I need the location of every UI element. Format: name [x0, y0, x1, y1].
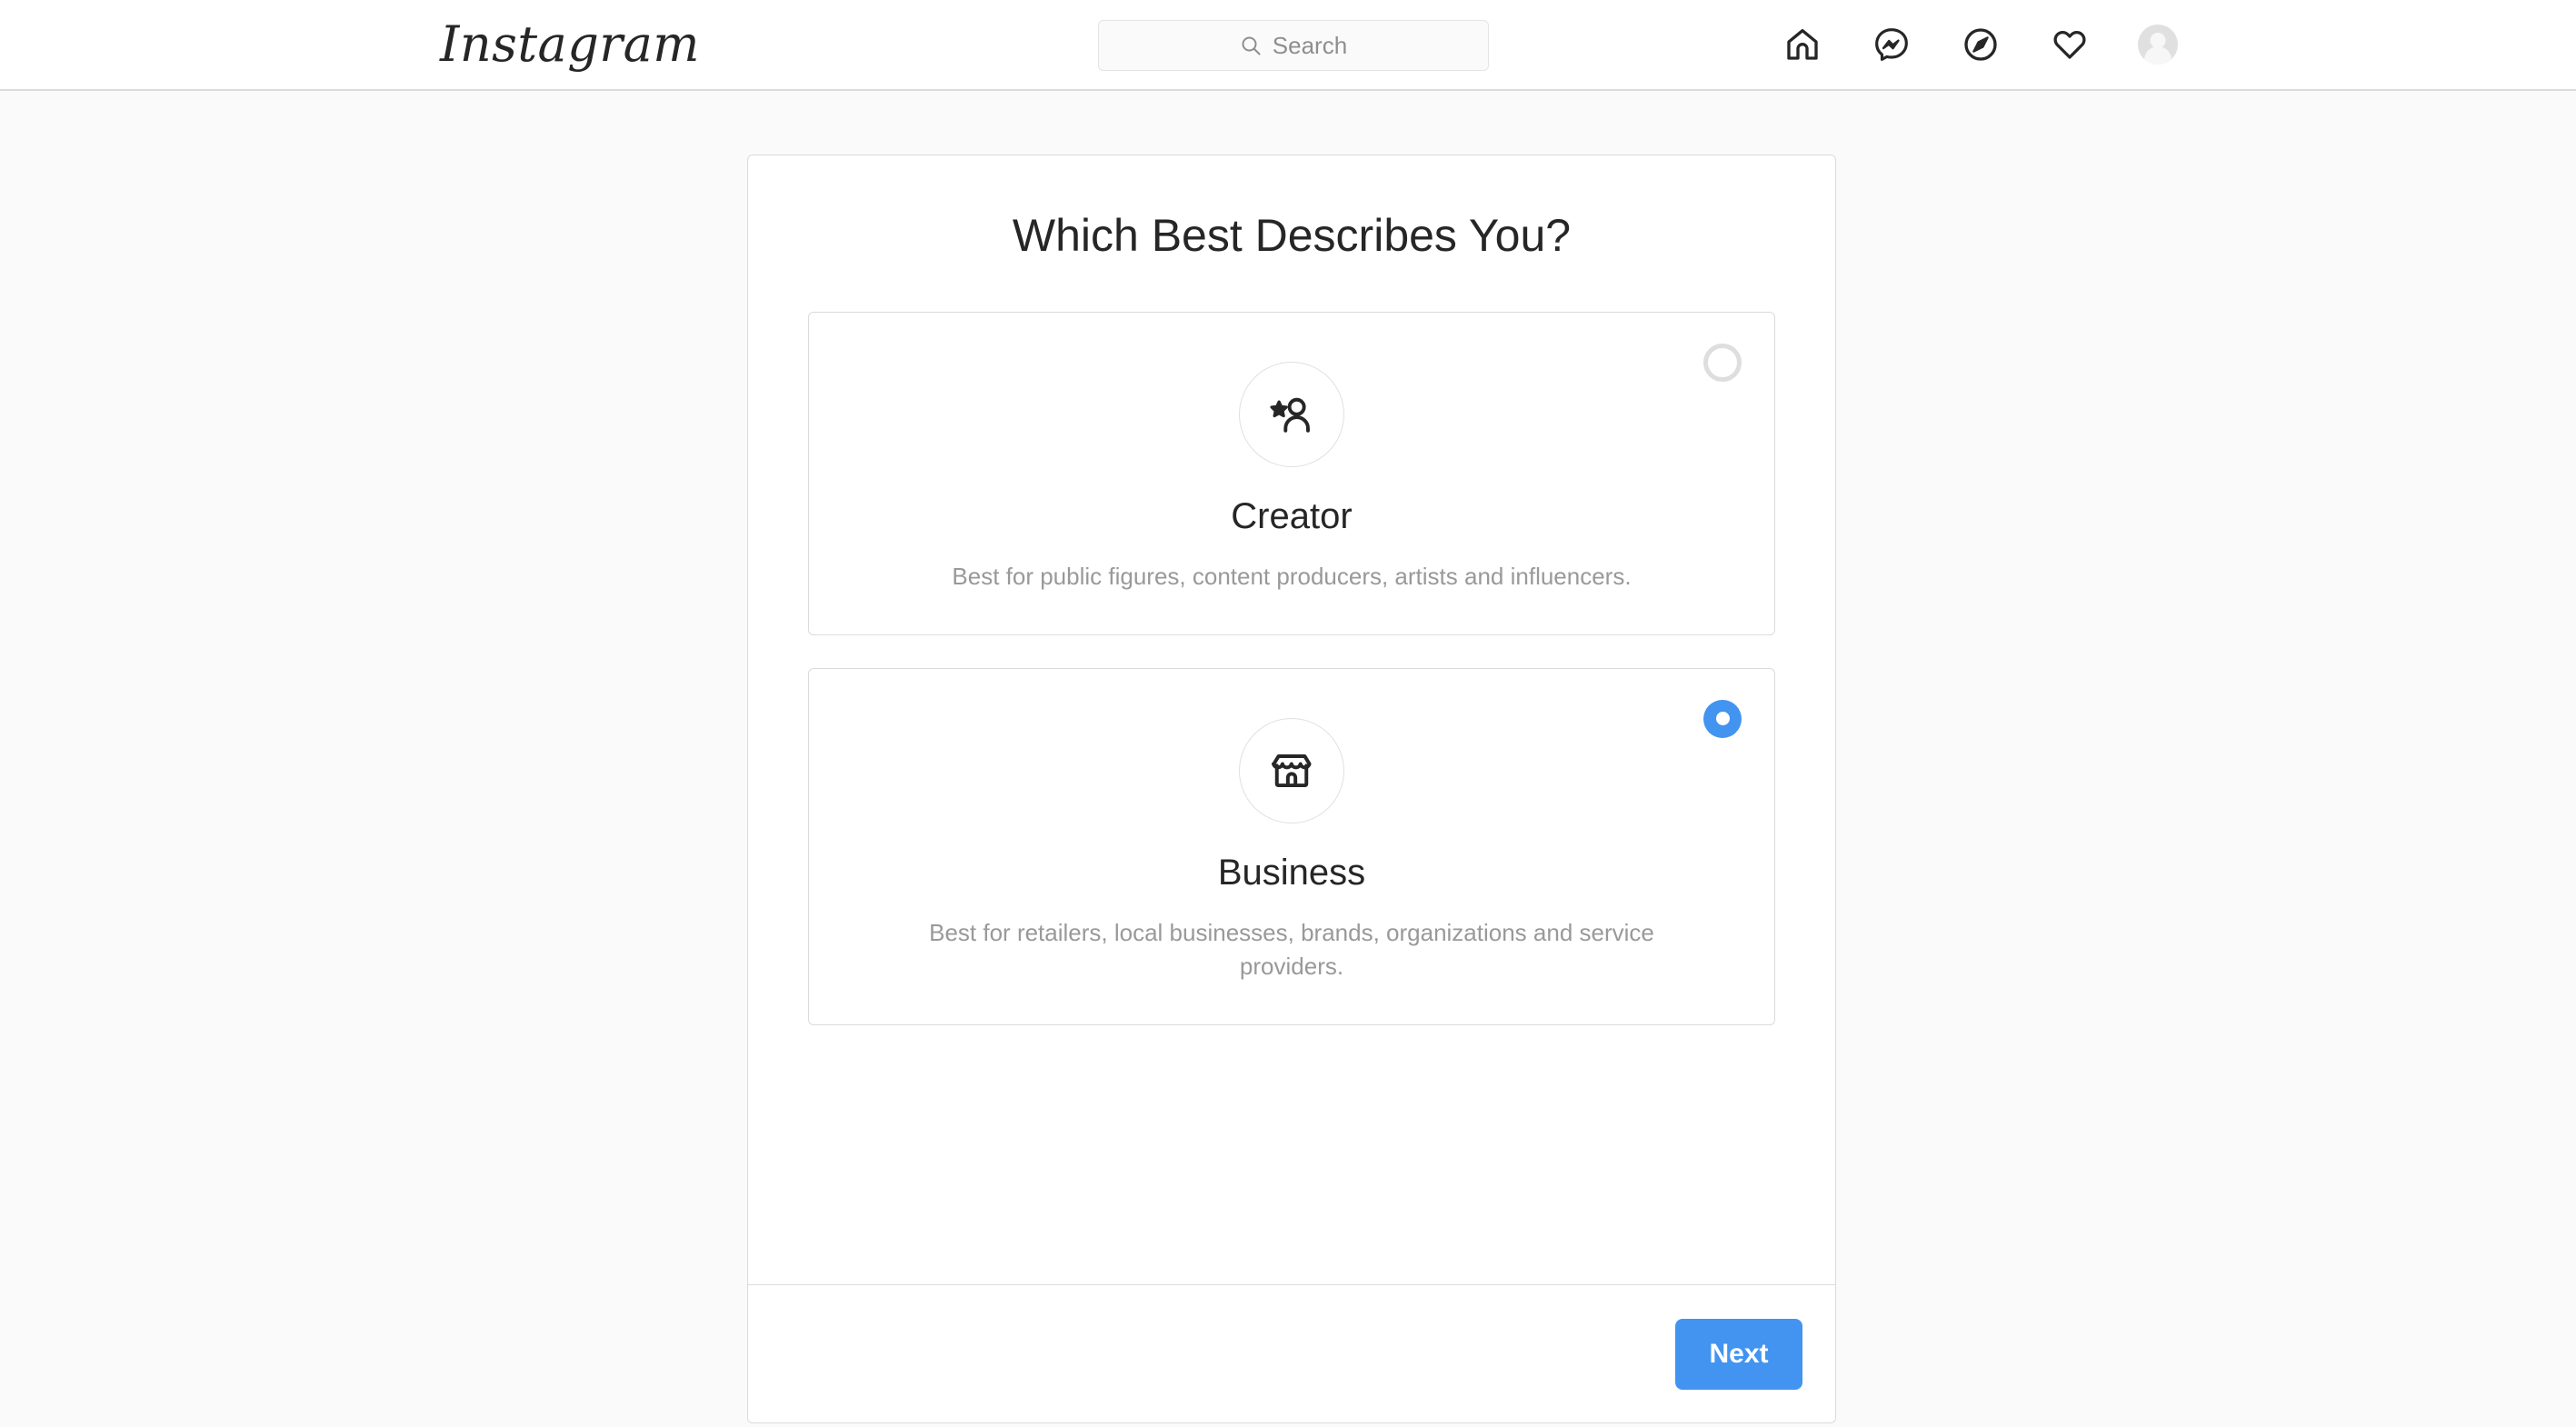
- option-business-label: Business: [845, 851, 1738, 894]
- instagram-logo[interactable]: Instagram: [440, 20, 700, 69]
- next-button[interactable]: Next: [1675, 1319, 1802, 1390]
- card-body: Which Best Describes You?: [748, 155, 1835, 1284]
- option-creator[interactable]: Creator Best for public figures, content…: [808, 312, 1775, 635]
- radio-business[interactable]: [1703, 700, 1742, 738]
- avatar[interactable]: [2138, 25, 2178, 65]
- option-creator-description: Best for public figures, content produce…: [883, 560, 1701, 594]
- app-header: Instagram Search: [0, 0, 2576, 91]
- account-type-options: Creator Best for public figures, content…: [748, 312, 1835, 1025]
- business-icon-circle: [1239, 718, 1344, 823]
- search-icon: [1240, 35, 1262, 56]
- option-creator-label: Creator: [845, 494, 1738, 538]
- messenger-icon[interactable]: [1871, 24, 1912, 65]
- option-business[interactable]: Business Best for retailers, local busin…: [808, 668, 1775, 1025]
- heart-icon[interactable]: [2049, 24, 2091, 65]
- header-nav: [1782, 24, 2178, 65]
- search-inner: Search: [1240, 34, 1347, 57]
- main-content: Which Best Describes You?: [0, 91, 2576, 1427]
- search-placeholder: Search: [1273, 34, 1347, 57]
- creator-star-person-icon: [1268, 391, 1315, 438]
- header-inner: Instagram Search: [0, 0, 2576, 89]
- home-icon[interactable]: [1782, 24, 1823, 65]
- storefront-icon: [1269, 748, 1314, 793]
- page-title: Which Best Describes You?: [748, 155, 1835, 263]
- search-input[interactable]: Search: [1098, 20, 1489, 71]
- radio-creator[interactable]: [1703, 344, 1742, 382]
- option-business-description: Best for retailers, local businesses, br…: [883, 916, 1701, 984]
- account-type-card: Which Best Describes You?: [747, 155, 1836, 1423]
- card-footer: Next: [748, 1284, 1835, 1422]
- creator-icon-circle: [1239, 362, 1344, 467]
- explore-icon[interactable]: [1960, 24, 2002, 65]
